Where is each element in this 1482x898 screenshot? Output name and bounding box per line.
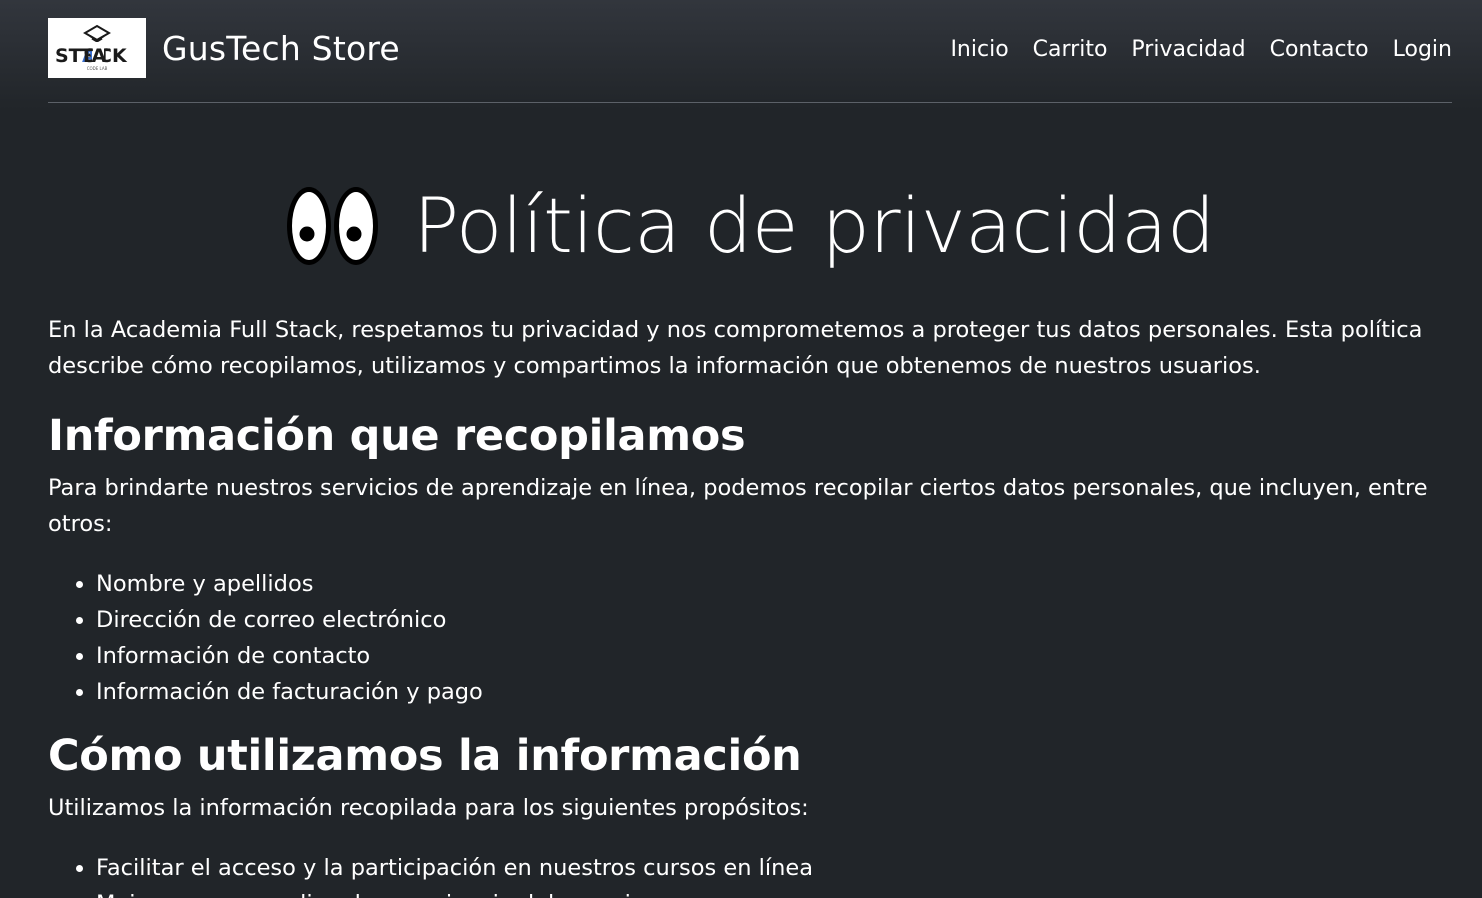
main-nav: Inicio Carrito Privacidad Contacto Login (926, 34, 1452, 66)
brand-link[interactable]: ST ST A CK TA CODE LAB GusTech Store (48, 18, 400, 78)
stack-logo: ST ST A CK TA CODE LAB (48, 18, 146, 78)
hero: Política de privacidad (48, 176, 1452, 276)
navbar: ST ST A CK TA CODE LAB GusTech Store Ini… (48, 0, 1452, 103)
list-item: Información de contacto (96, 638, 1452, 674)
list-item: Nombre y apellidos (96, 566, 1452, 602)
list-item: Facilitar el acceso y la participación e… (96, 850, 1452, 886)
nav-link-carrito[interactable]: Carrito (1033, 34, 1108, 66)
intro-paragraph: En la Academia Full Stack, respetamos tu… (48, 317, 1423, 379)
data-list: Nombre y apellidos Dirección de correo e… (48, 566, 1452, 710)
nav-link-inicio[interactable]: Inicio (950, 34, 1008, 66)
list-item: Dirección de correo electrónico (96, 602, 1452, 638)
nav-link-contacto[interactable]: Contacto (1270, 34, 1369, 66)
section-info-collected: Información que recopilamos Para brindar… (48, 408, 1452, 710)
page-title: Política de privacidad (413, 181, 1215, 270)
nav-link-login[interactable]: Login (1393, 34, 1452, 66)
svg-text:CODE LAB: CODE LAB (87, 66, 108, 71)
section-paragraph: Utilizamos la información recopilada par… (48, 795, 809, 821)
page: ST ST A CK TA CODE LAB GusTech Store Ini… (0, 0, 1482, 898)
nav-link-privacidad[interactable]: Privacidad (1131, 34, 1245, 66)
svg-text:TA: TA (80, 45, 106, 67)
brand-name: GusTech Store (162, 28, 400, 68)
eyes-icon (285, 184, 381, 268)
svg-text:ST: ST (55, 45, 82, 67)
main-content: Política de privacidad En la Academia Fu… (48, 102, 1452, 898)
list-item: Información de facturación y pago (96, 674, 1452, 710)
section-paragraph: Para brindarte nuestros servicios de apr… (48, 475, 1428, 537)
section-heading: Cómo utilizamos la información (48, 731, 802, 781)
list-item: Mejorar y personalizar la experiencia de… (96, 886, 1452, 898)
purpose-list: Facilitar el acceso y la participación e… (48, 850, 1452, 898)
section-info-usage: Cómo utilizamos la información Utilizamo… (48, 728, 1452, 898)
section-heading: Información que recopilamos (48, 411, 746, 461)
